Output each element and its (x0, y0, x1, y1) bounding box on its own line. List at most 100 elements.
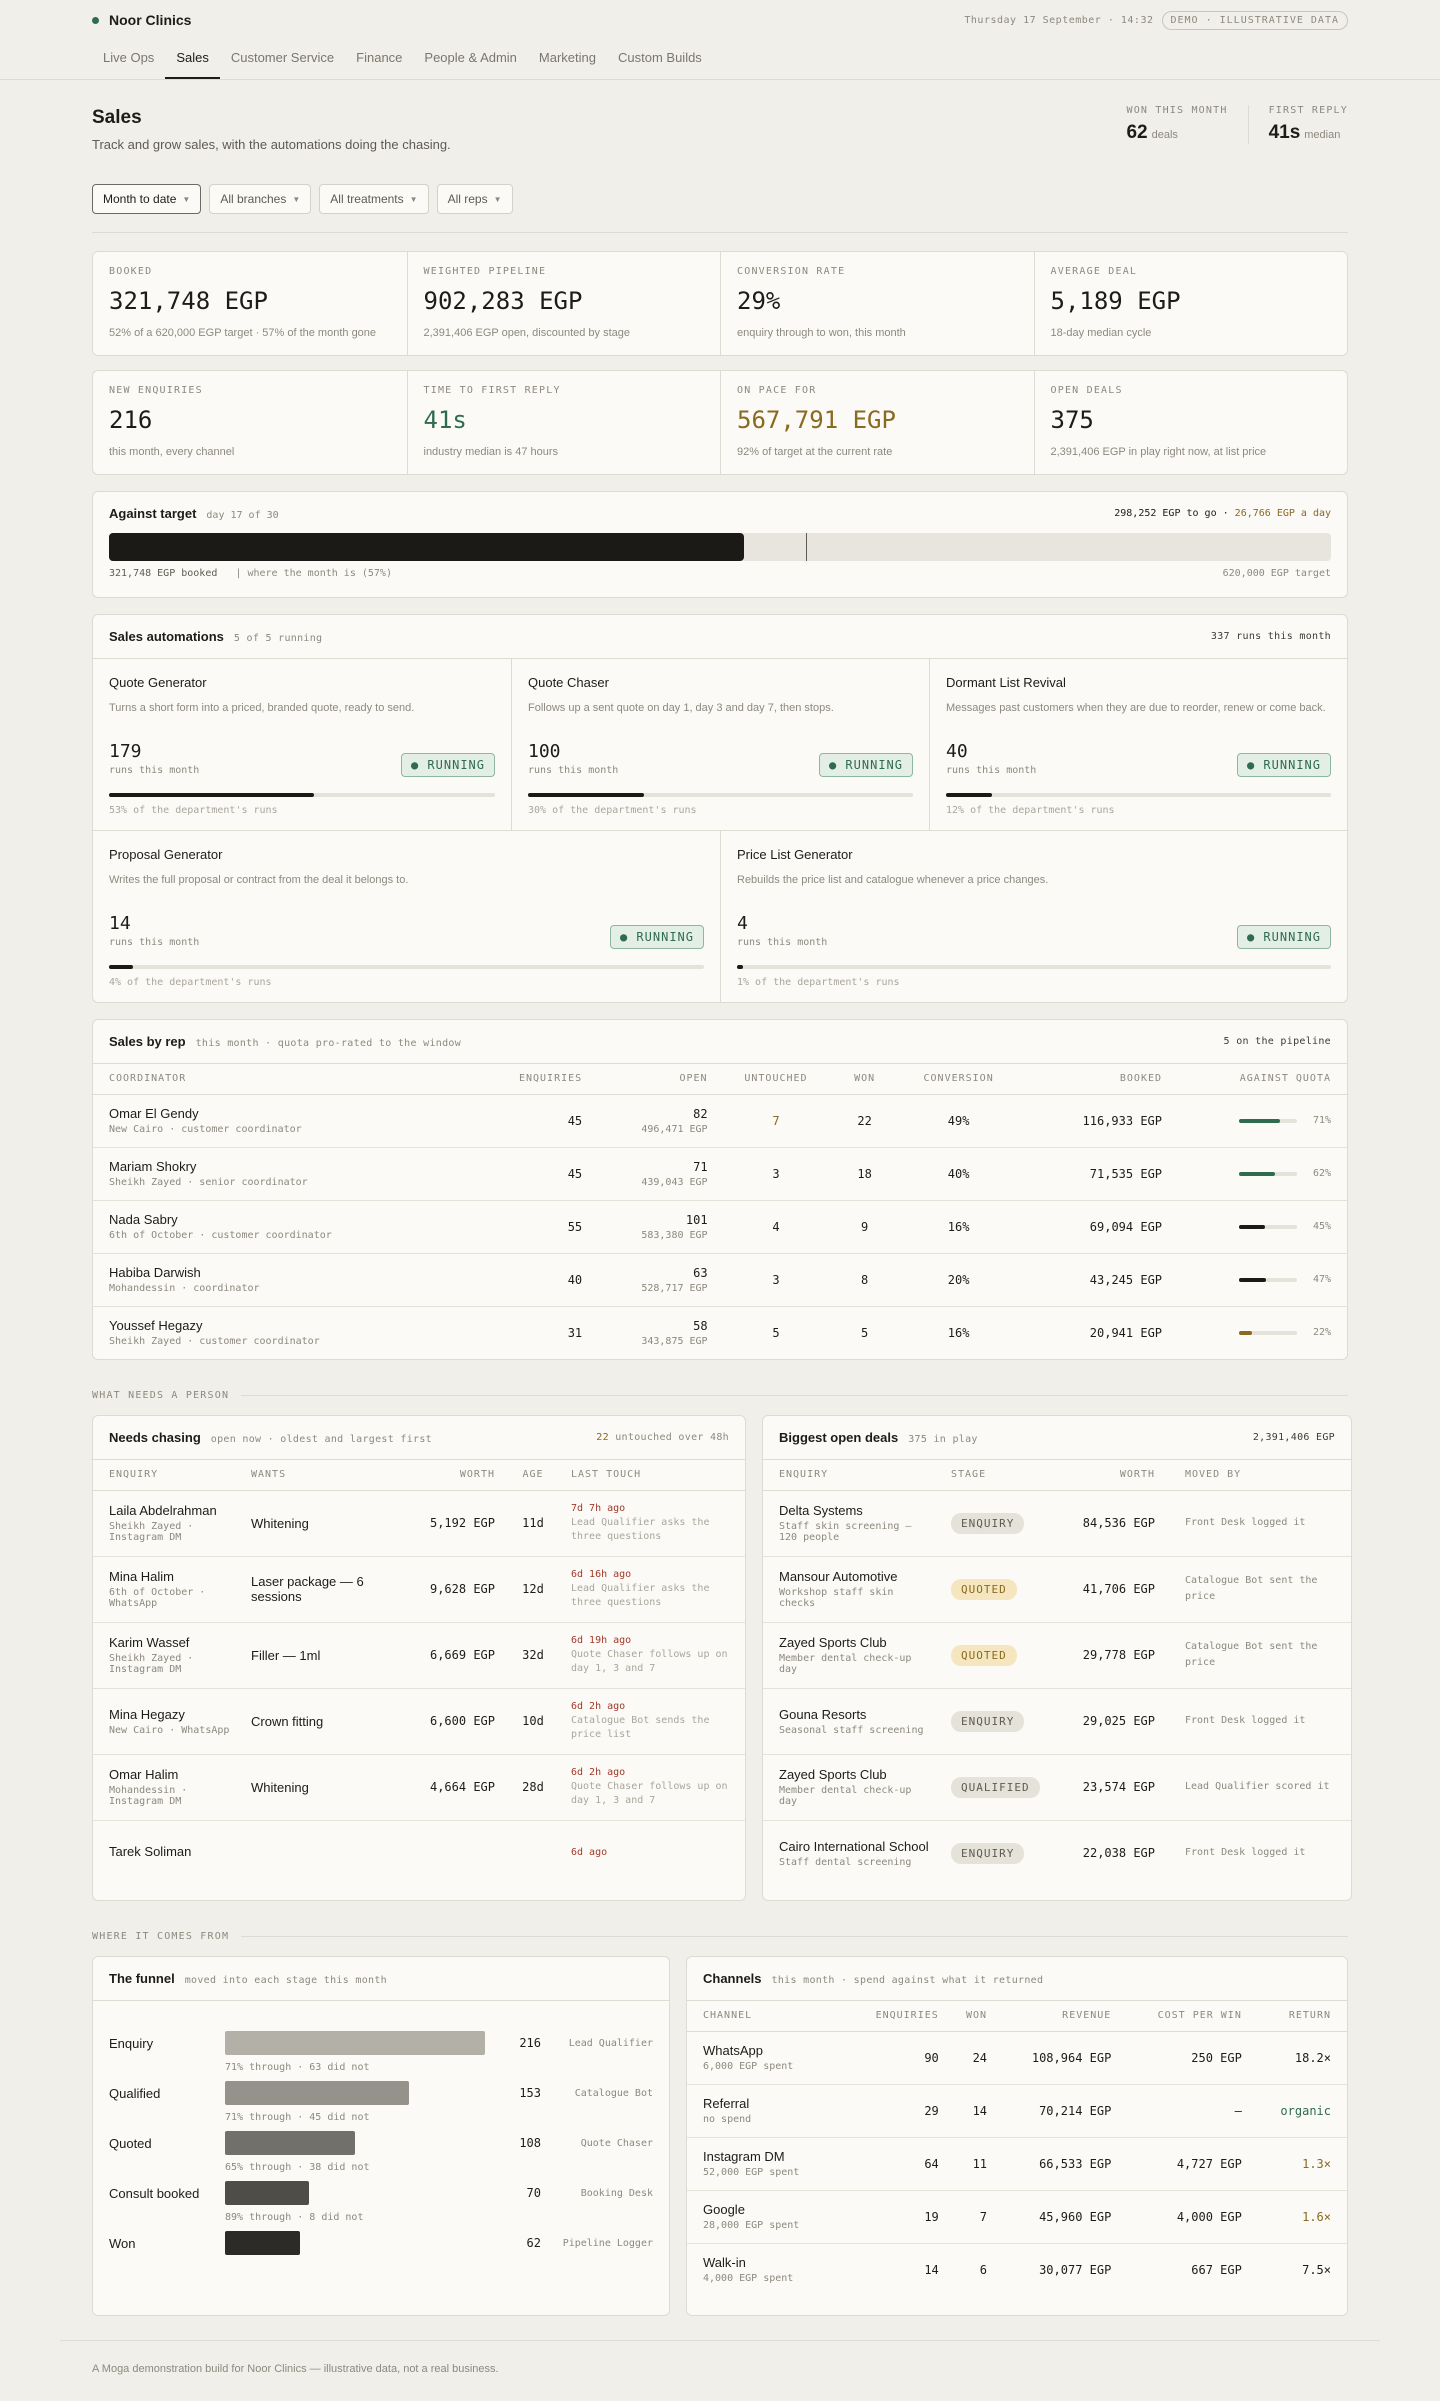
channel-revenue: 45,960 EGP (995, 2190, 1120, 2244)
rep-role: New Cairo · customer coordinator (109, 1124, 302, 1135)
filter-dropdown[interactable]: All reps ▼ (436, 184, 513, 214)
table-row[interactable]: Delta Systems Staff skin screening — 120 … (763, 1490, 1351, 1557)
kpi-label: OPEN DEALS (1050, 385, 1123, 396)
rep-role: 6th of October · customer coordinator (109, 1230, 332, 1241)
kpi-note: this month, every channel (109, 446, 235, 458)
enquiry-name: Karim Wassef (109, 1635, 190, 1650)
automation-runs-label: runs this month (109, 937, 200, 948)
deal-meta: Workshop staff skin checks (779, 1587, 894, 1609)
table-row[interactable]: Mansour Automotive Workshop staff skin ch… (763, 1556, 1351, 1623)
quota-bar (1239, 1330, 1297, 1335)
table-row[interactable]: Mina Hegazy New Cairo · WhatsApp Crown fit… (93, 1688, 745, 1755)
rep-won: 22 (836, 1094, 893, 1148)
automation-card[interactable]: Quote Chaser Follows up a sent quote on d… (511, 659, 929, 830)
funnel-stage-value: 70 (526, 2186, 541, 2200)
kpi-note: 2,391,406 EGP in play right now, at list… (1050, 446, 1267, 458)
status-dot-icon (92, 16, 99, 24)
table-row[interactable]: Zayed Sports Club Member dental check-up … (763, 1622, 1351, 1689)
tab-live-ops[interactable]: Live Ops (92, 50, 165, 79)
tab-finance[interactable]: Finance (345, 50, 413, 79)
column-header: REVENUE (995, 2001, 1120, 2032)
table-row[interactable]: Youssef Hegazy Sheikh Zayed · customer co… (93, 1306, 1347, 1359)
automation-share-text: 12% of the department's runs (946, 805, 1115, 816)
rep-open: 63 (693, 1265, 708, 1280)
deal-worth: 29,025 EGP (1053, 1688, 1163, 1755)
channel-return: 7.5× (1302, 2262, 1331, 2277)
table-row[interactable]: Omar Halim Mohandessin · Instagram DM Whit… (93, 1754, 745, 1821)
filter-dropdown[interactable]: Month to date ▼ (92, 184, 202, 214)
enquiry-name: Mina Halim (109, 1569, 175, 1584)
deal-worth: 22,038 EGP (1082, 1846, 1155, 1861)
chevron-down-icon: ▼ (493, 194, 502, 204)
chasing-title: Needs chasing (109, 1430, 201, 1445)
filter-dropdown[interactable]: All branches ▼ (209, 184, 312, 214)
automation-share-fill (109, 965, 133, 969)
table-row[interactable]: Cairo International School Staff dental s… (763, 1820, 1351, 1886)
footer: A Moga demonstration build for Noor Clin… (60, 2340, 1380, 2401)
deals-scroll[interactable]: ENQUIRY STAGE WORTH MOVED BY Delta Systems St… (763, 1460, 1351, 1900)
header-stat-label: WON THIS MONTH (1126, 105, 1228, 116)
rep-role: Sheikh Zayed · customer coordinator (109, 1336, 320, 1348)
channel-return: 1.6× (1249, 2190, 1347, 2244)
tab-sales[interactable]: Sales (165, 50, 220, 79)
rep-enquiries: 40 (469, 1253, 591, 1307)
automation-card[interactable]: Price List Generator Rebuilds the price l… (720, 831, 1347, 1002)
column-header: WON (836, 1064, 893, 1095)
kpi-value: 5,189 EGP (1050, 287, 1181, 315)
target-to-go: 298,252 EGP to go · (1114, 508, 1235, 519)
table-row[interactable]: Omar El Gendy New Cairo · customer coordi… (93, 1094, 1347, 1148)
channel-cost-per-win: — (1119, 2084, 1250, 2138)
channel-name: Instagram DM (703, 2149, 785, 2164)
funnel-stage-owner: Catalogue Bot (574, 2087, 653, 2099)
table-row[interactable]: Walk-in 4,000 EGP spent 14 6 30,077 EGP 667 E… (687, 2243, 1347, 2296)
table-row[interactable]: Nada Sabry 6th of October · customer coor… (93, 1200, 1347, 1254)
funnel-stage: Quoted 108 Quote Chaser (109, 2129, 653, 2157)
tab-marketing[interactable]: Marketing (528, 50, 607, 79)
funnel-title: The funnel (109, 1971, 175, 1986)
automation-share-fill (737, 965, 743, 969)
automation-card[interactable]: Quote Generator Turns a short form into a… (93, 659, 511, 830)
kpi-value: 29% (737, 287, 781, 315)
table-row[interactable]: Mariam Shokry Sheikh Zayed · senior coord… (93, 1147, 1347, 1201)
channel-revenue: 70,214 EGP (995, 2084, 1120, 2138)
channel-name: Google (703, 2202, 745, 2217)
filter-dropdown[interactable]: All treatments ▼ (319, 184, 429, 214)
table-row[interactable]: Habiba Darwish Mohandessin · coordinator 4… (93, 1253, 1347, 1307)
chasing-scroll[interactable]: ENQUIRY WANTS WORTH AGE LAST TOUCH Laila Abde… (93, 1460, 745, 1900)
against-target: Against target day 17 of 30 298,252 EGP t… (92, 491, 1348, 598)
rep-untouched: 4 (715, 1200, 837, 1254)
rep-name: Habiba Darwish (109, 1265, 201, 1280)
funnel-stage-value: 62 (526, 2236, 541, 2250)
deal-moved-by: Catalogue Bot sent the price (1185, 1575, 1318, 1602)
target-fill (109, 533, 745, 561)
enquiry-worth: 5,192 EGP (413, 1490, 503, 1557)
automation-name: Dormant List Revival (946, 675, 1066, 690)
table-row[interactable]: Google 28,000 EGP spent 19 7 45,960 EGP 4,000… (687, 2190, 1347, 2244)
automation-card[interactable]: Dormant List Revival Messages past custom… (929, 659, 1347, 830)
table-row[interactable]: Referral no spend 29 14 70,214 EGP — organic (687, 2084, 1347, 2138)
automation-share-fill (528, 793, 644, 797)
table-row[interactable]: WhatsApp 6,000 EGP spent 90 24 108,964 EGP 25… (687, 2031, 1347, 2085)
automations-runs: 337 runs this month (1210, 631, 1331, 642)
deal-name: Delta Systems (779, 1503, 863, 1518)
tab-people-admin[interactable]: People & Admin (413, 50, 528, 79)
enquiry-age: 12d (503, 1556, 563, 1623)
table-row[interactable]: Zayed Sports Club Member dental check-up … (763, 1754, 1351, 1821)
tab-custom-builds[interactable]: Custom Builds (607, 50, 713, 79)
table-row[interactable]: Tarek Soliman 6d ago (93, 1820, 745, 1886)
table-row[interactable]: Laila Abdelrahman Sheikh Zayed · Instagra… (93, 1490, 745, 1557)
tab-customer-service[interactable]: Customer Service (220, 50, 345, 79)
automation-desc: Follows up a sent quote on day 1, day 3 … (528, 702, 834, 714)
column-header: COST PER WIN (1119, 2001, 1250, 2032)
automation-card[interactable]: Proposal Generator Writes the full propos… (93, 831, 720, 1002)
last-touch-note: Quote Chaser follows up on day 1, 3 and … (571, 1780, 728, 1806)
channel-return: 1.3× (1249, 2137, 1347, 2191)
quota-bar (1239, 1118, 1297, 1123)
sales-by-rep: Sales by rep this month · quota pro-rated… (92, 1019, 1348, 1360)
table-row[interactable]: Instagram DM 52,000 EGP spent 64 11 66,533 E… (687, 2137, 1347, 2191)
kpi-note: industry median is 47 hours (423, 446, 559, 458)
table-row[interactable]: Mina Halim 6th of October · WhatsApp Laser… (93, 1556, 745, 1623)
table-row[interactable]: Gouna Resorts Seasonal staff screening ENQ… (763, 1688, 1351, 1755)
target-day: day 17 of 30 (206, 510, 279, 521)
table-row[interactable]: Karim Wassef Sheikh Zayed · Instagram DM F… (93, 1622, 745, 1689)
